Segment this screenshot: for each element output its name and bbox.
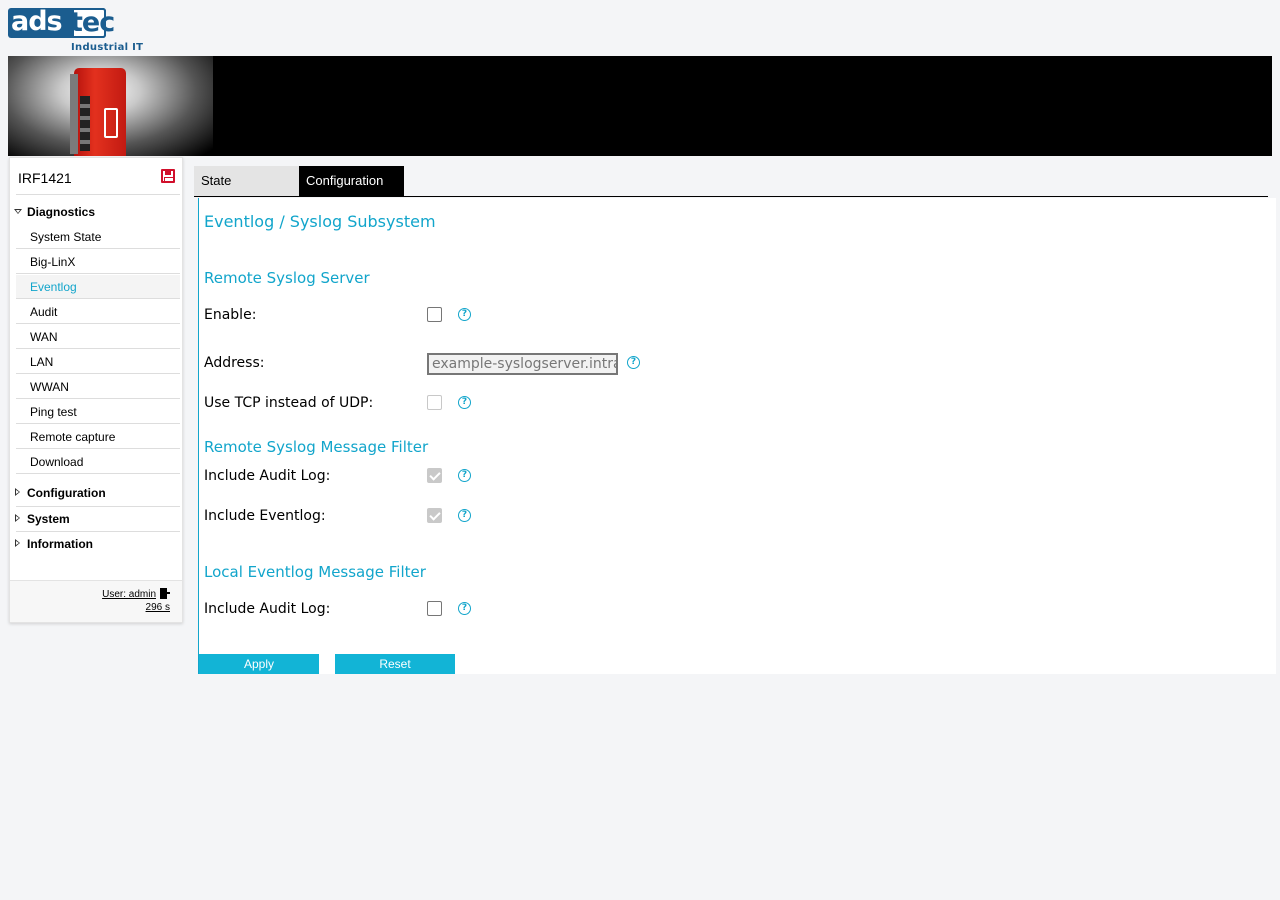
user-session-area: User: admin 296 s [10, 580, 182, 622]
menu-group-diagnostics[interactable]: Diagnostics [10, 200, 180, 224]
menu-item-wan[interactable]: WAN [16, 325, 180, 349]
remote-include-audit-checkbox[interactable] [427, 468, 442, 483]
menu-group-configuration[interactable]: Configuration [10, 481, 180, 505]
menu-item-system-state[interactable]: System State [16, 225, 180, 249]
menu-group-system[interactable]: System [10, 507, 180, 531]
sidebar-divider [16, 194, 180, 195]
expand-triangle-icon [15, 488, 20, 496]
address-input[interactable]: example-syslogserver.intranet [427, 353, 618, 375]
adstec-logo: ads tec Industrial IT [8, 8, 148, 54]
help-icon[interactable]: ? [458, 396, 471, 409]
enable-label: Enable: [204, 307, 257, 323]
logo-tagline: Industrial IT [71, 42, 144, 53]
tab-configuration[interactable]: Configuration [299, 166, 404, 196]
menu-item-wwan[interactable]: WWAN [16, 375, 180, 399]
expand-triangle-icon [15, 514, 20, 522]
device-name: IRF1421 [18, 170, 72, 186]
section-heading-local-message-filter: Local Eventlog Message Filter [204, 563, 426, 581]
help-icon[interactable]: ? [458, 602, 471, 615]
apply-button[interactable]: Apply [199, 654, 319, 674]
tab-state[interactable]: State [194, 166, 299, 196]
menu-item-download[interactable]: Download [16, 450, 180, 474]
page-title: Eventlog / Syslog Subsystem [204, 212, 436, 231]
menu-group-information[interactable]: Information [10, 532, 180, 556]
menu-item-audit[interactable]: Audit [16, 300, 180, 324]
remote-include-eventlog-checkbox[interactable] [427, 508, 442, 523]
help-icon[interactable]: ? [458, 469, 471, 482]
save-icon[interactable] [161, 169, 175, 183]
router-device-image [70, 68, 126, 156]
logout-icon[interactable] [160, 588, 170, 599]
address-label: Address: [204, 355, 265, 371]
use-tcp-checkbox[interactable] [427, 395, 442, 410]
help-icon[interactable]: ? [627, 356, 640, 369]
remote-include-eventlog-label: Include Eventlog: [204, 508, 326, 524]
local-include-audit-checkbox[interactable] [427, 601, 442, 616]
tab-underline [194, 196, 1268, 197]
expand-triangle-icon [15, 539, 20, 547]
sidebar: IRF1421 Diagnostics System State Big-Lin… [9, 157, 183, 623]
enable-checkbox[interactable] [427, 307, 442, 322]
local-include-audit-label: Include Audit Log: [204, 601, 331, 617]
help-icon[interactable]: ? [458, 308, 471, 321]
help-icon[interactable]: ? [458, 509, 471, 522]
section-heading-remote-message-filter: Remote Syslog Message Filter [204, 438, 429, 456]
use-tcp-label: Use TCP instead of UDP: [204, 395, 374, 411]
menu-item-remote-capture[interactable]: Remote capture [16, 425, 180, 449]
remote-include-audit-label: Include Audit Log: [204, 468, 331, 484]
menu-item-eventlog[interactable]: Eventlog [16, 275, 180, 299]
menu-item-lan[interactable]: LAN [16, 350, 180, 374]
logo-brand-suffix: tec [70, 7, 115, 38]
reset-button[interactable]: Reset [335, 654, 455, 674]
menu-item-ping-test[interactable]: Ping test [16, 400, 180, 424]
menu-item-big-linx[interactable]: Big-LinX [16, 250, 180, 274]
session-timer[interactable]: 296 s [146, 602, 170, 613]
section-heading-remote-syslog-server: Remote Syslog Server [204, 269, 370, 287]
collapse-triangle-icon [14, 209, 22, 214]
header-banner [8, 56, 1272, 156]
main-content: Eventlog / Syslog Subsystem Remote Syslo… [198, 198, 1276, 674]
